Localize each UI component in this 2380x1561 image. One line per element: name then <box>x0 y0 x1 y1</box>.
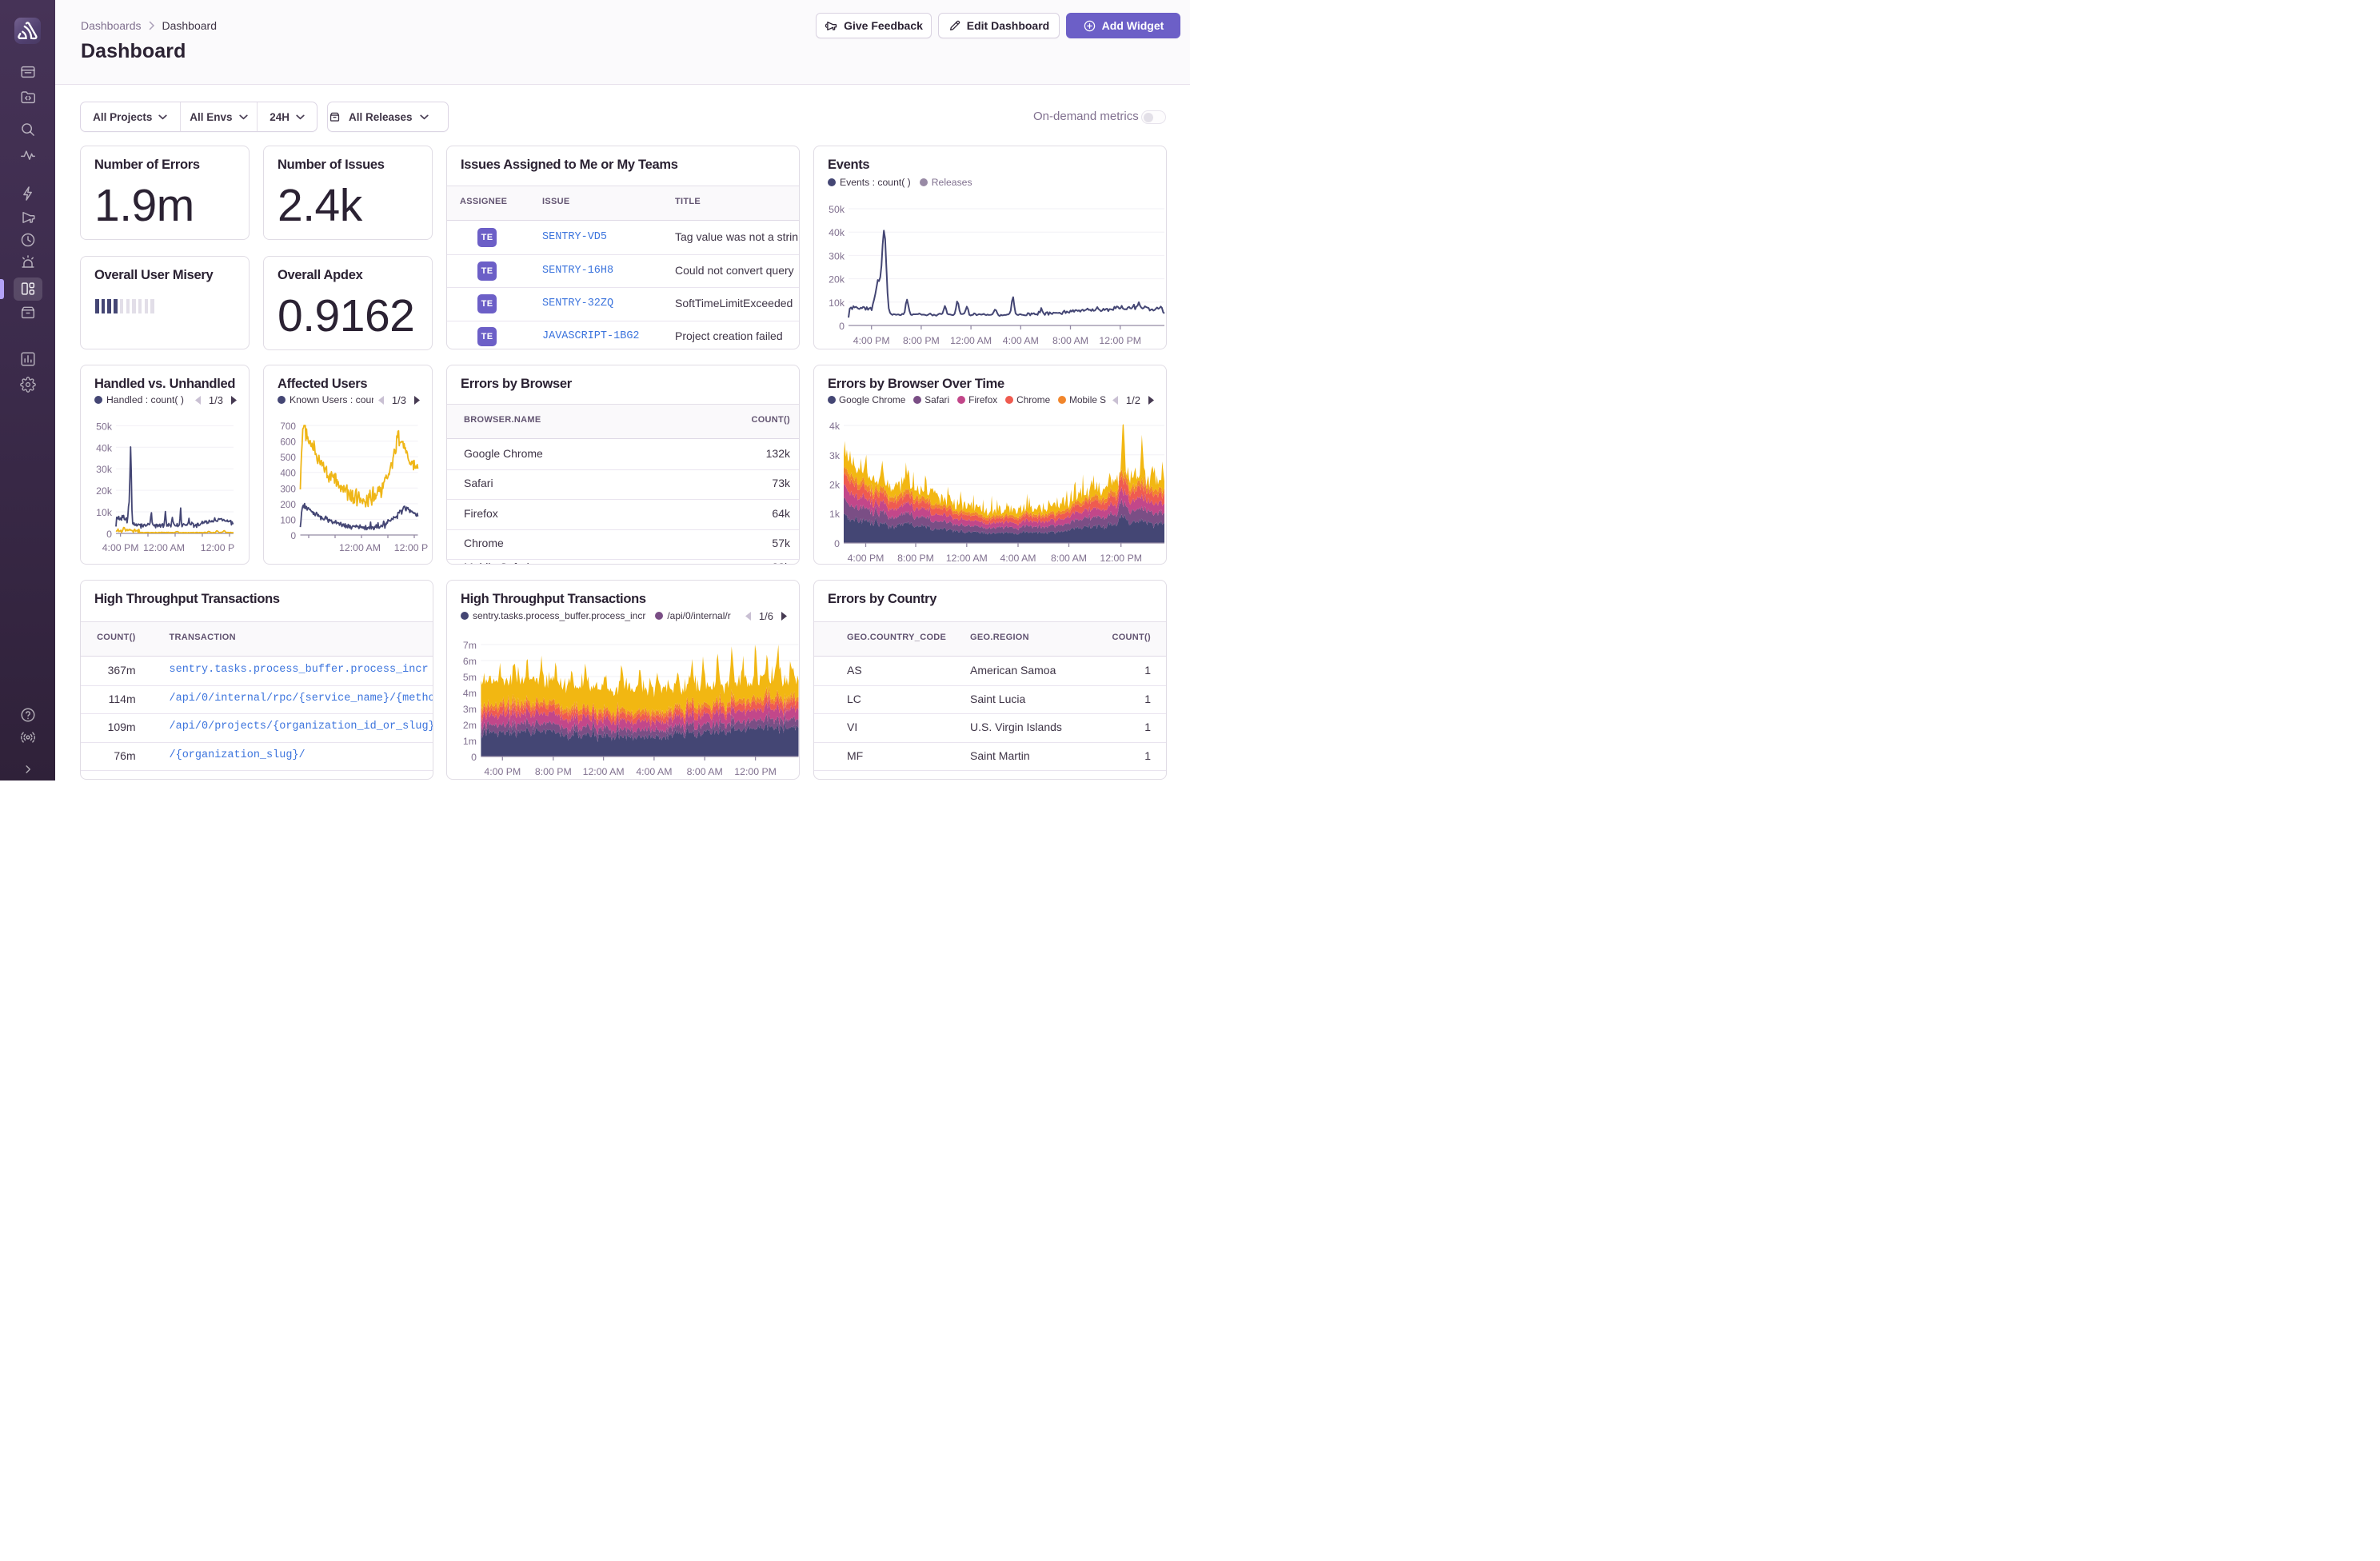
svg-text:12:00 AM: 12:00 AM <box>143 542 185 553</box>
svg-text:200: 200 <box>280 499 296 510</box>
svg-text:4:00 AM: 4:00 AM <box>636 766 672 777</box>
svg-text:100: 100 <box>280 514 296 525</box>
svg-text:12:00 AM: 12:00 AM <box>339 542 381 553</box>
svg-text:20k: 20k <box>96 485 113 497</box>
svg-text:4:00 PM: 4:00 PM <box>484 766 521 777</box>
svg-text:3m: 3m <box>463 704 477 715</box>
svg-text:700: 700 <box>280 421 296 432</box>
svg-text:7m: 7m <box>463 640 477 651</box>
svg-text:12:00 AM: 12:00 AM <box>950 335 992 346</box>
svg-text:30k: 30k <box>829 250 845 261</box>
svg-text:4:00 AM: 4:00 AM <box>1003 335 1039 346</box>
svg-text:12:00 PM: 12:00 PM <box>734 766 777 777</box>
svg-text:8:00 PM: 8:00 PM <box>535 766 572 777</box>
svg-text:0: 0 <box>471 752 477 763</box>
svg-text:20k: 20k <box>829 274 845 285</box>
svg-text:3k: 3k <box>829 450 841 461</box>
svg-text:12:00 P: 12:00 P <box>394 542 428 553</box>
svg-text:0: 0 <box>290 530 296 541</box>
svg-text:0: 0 <box>106 529 112 540</box>
svg-text:30k: 30k <box>96 464 113 475</box>
svg-text:12:00 PM: 12:00 PM <box>1099 335 1141 346</box>
svg-text:12:00 AM: 12:00 AM <box>946 553 988 564</box>
svg-text:600: 600 <box>280 437 296 448</box>
svg-text:300: 300 <box>280 483 296 494</box>
svg-text:50k: 50k <box>829 204 845 215</box>
svg-text:5m: 5m <box>463 672 477 683</box>
svg-text:2m: 2m <box>463 720 477 731</box>
svg-text:0: 0 <box>839 321 845 332</box>
svg-text:8:00 PM: 8:00 PM <box>903 335 940 346</box>
svg-text:2k: 2k <box>829 480 841 491</box>
svg-text:10k: 10k <box>829 297 845 309</box>
svg-text:4:00 PM: 4:00 PM <box>853 335 890 346</box>
svg-text:40k: 40k <box>829 227 845 238</box>
svg-text:8:00 AM: 8:00 AM <box>1052 335 1088 346</box>
svg-text:40k: 40k <box>96 442 113 453</box>
svg-text:8:00 AM: 8:00 AM <box>1051 553 1087 564</box>
svg-text:4:00 PM: 4:00 PM <box>848 553 885 564</box>
svg-text:10k: 10k <box>96 507 113 518</box>
svg-text:50k: 50k <box>96 421 113 432</box>
svg-text:6m: 6m <box>463 656 477 667</box>
svg-text:8:00 PM: 8:00 PM <box>897 553 934 564</box>
svg-text:4:00 AM: 4:00 AM <box>1000 553 1036 564</box>
svg-text:500: 500 <box>280 452 296 463</box>
svg-text:4m: 4m <box>463 688 477 699</box>
svg-text:4k: 4k <box>829 421 841 432</box>
svg-text:12:00 PM: 12:00 PM <box>1100 553 1142 564</box>
svg-text:12:00 AM: 12:00 AM <box>583 766 625 777</box>
svg-text:400: 400 <box>280 468 296 479</box>
svg-text:4:00 PM: 4:00 PM <box>102 542 139 553</box>
svg-text:0: 0 <box>834 538 840 549</box>
svg-text:8:00 AM: 8:00 AM <box>687 766 723 777</box>
svg-text:12:00 P: 12:00 P <box>201 542 234 553</box>
svg-text:1k: 1k <box>829 509 841 520</box>
svg-text:1m: 1m <box>463 736 477 747</box>
